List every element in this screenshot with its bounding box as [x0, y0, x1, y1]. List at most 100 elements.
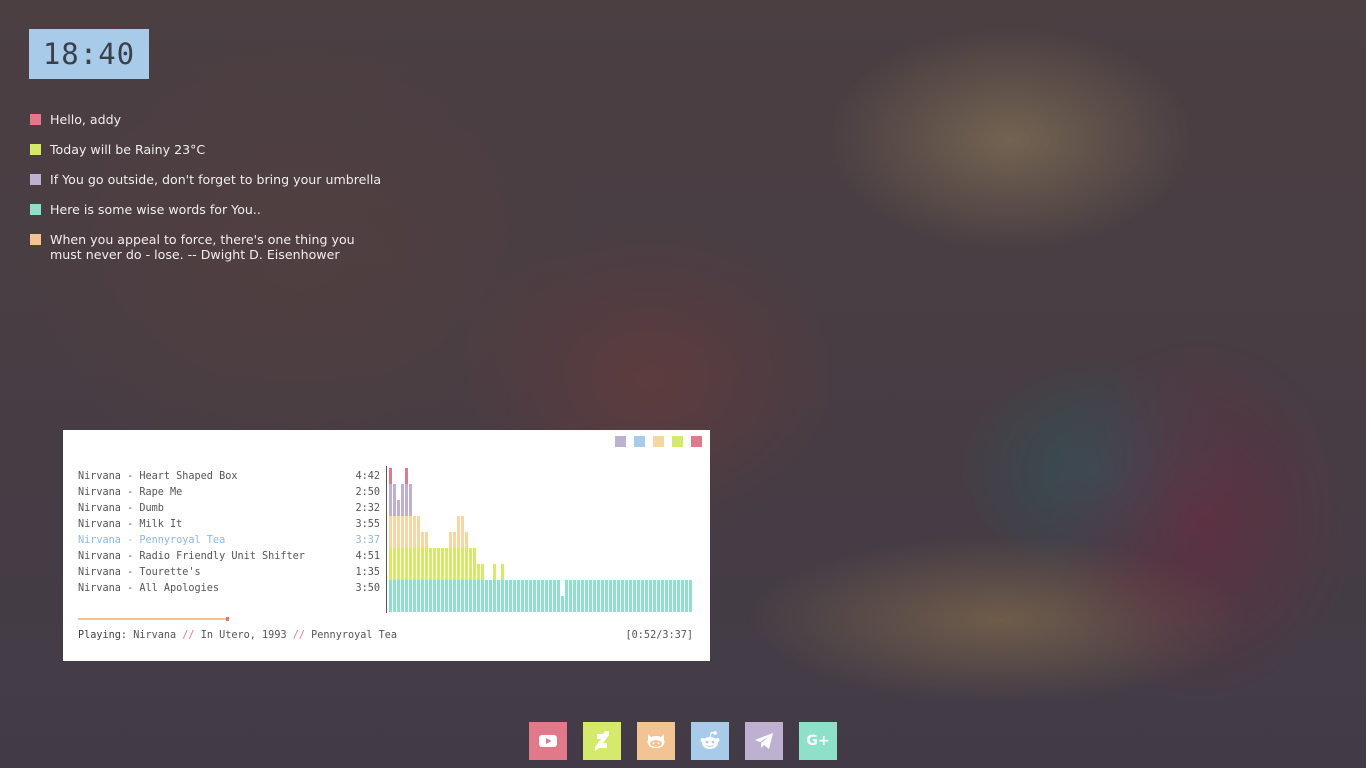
visualizer-bar-segment	[389, 580, 392, 596]
playlist-item-active[interactable]: Nirvana - Pennyroyal Tea 3:37	[78, 533, 380, 549]
dock-youtube-button[interactable]	[529, 722, 567, 760]
visualizer-bar-segment	[461, 564, 464, 580]
visualizer-bar-segment	[633, 596, 636, 612]
audio-visualizer	[389, 468, 692, 612]
message-text: Here is some wise words for You..	[50, 202, 261, 217]
visualizer-bar-segment	[525, 580, 528, 596]
track-title: Nirvana - Rape Me	[78, 487, 183, 498]
visualizer-bar-segment	[465, 548, 468, 564]
dock-google-plus-button[interactable]: G+	[799, 722, 837, 760]
visualizer-bar-segment	[605, 580, 608, 596]
track-title: Nirvana - Dumb	[78, 503, 164, 514]
visualizer-bar-segment	[489, 580, 492, 596]
visualizer-bar-segment	[401, 484, 404, 500]
visualizer-bar-segment	[449, 596, 452, 612]
visualizer-bar-segment	[465, 580, 468, 596]
progress-knob[interactable]	[226, 617, 229, 621]
visualizer-bar-segment	[437, 548, 440, 564]
message-bullet	[30, 114, 41, 125]
track-duration: 4:51	[355, 551, 380, 562]
visualizer-bar-segment	[461, 596, 464, 612]
visualizer-bar-segment	[389, 548, 392, 564]
visualizer-bar-segment	[401, 500, 404, 516]
visualizer-bar-segment	[457, 596, 460, 612]
visualizer-bar-segment	[565, 596, 568, 612]
playlist-item[interactable]: Nirvana - Tourette's 1:35	[78, 565, 380, 581]
playlist-item[interactable]: Nirvana - Milk It 3:55	[78, 517, 380, 533]
visualizer-bar-segment	[397, 564, 400, 580]
visualizer-bar-segment	[397, 532, 400, 548]
visualizer-bar-segment	[441, 548, 444, 564]
visualizer-bar-segment	[481, 596, 484, 612]
visualizer-bar-segment	[465, 596, 468, 612]
visualizer-bar-segment	[413, 516, 416, 532]
window-dot[interactable]	[615, 436, 626, 447]
visualizer-bar-segment	[429, 548, 432, 564]
visualizer-bar-segment	[429, 580, 432, 596]
visualizer-bar-segment	[485, 596, 488, 612]
visualizer-bar-segment	[393, 516, 396, 532]
visualizer-bar-segment	[689, 580, 692, 596]
dock-deviantart-button[interactable]	[583, 722, 621, 760]
visualizer-bar-segment	[401, 548, 404, 564]
visualizer-bar-segment	[425, 564, 428, 580]
message-text: Today will be Rainy 23°C	[50, 142, 206, 157]
github-icon	[647, 734, 665, 748]
window-dot[interactable]	[691, 436, 702, 447]
visualizer-bar-segment	[453, 564, 456, 580]
visualizer-bar-segment	[393, 500, 396, 516]
visualizer-bar-segment	[401, 564, 404, 580]
visualizer-bar-segment	[657, 596, 660, 612]
visualizer-bar-segment	[425, 596, 428, 612]
playlist-item[interactable]: Nirvana - Heart Shaped Box 4:42	[78, 469, 380, 485]
visualizer-bar-segment	[489, 596, 492, 612]
track-title: Nirvana - All Apologies	[78, 583, 220, 594]
visualizer-bar-segment	[397, 596, 400, 612]
visualizer-bar-segment	[529, 596, 532, 612]
visualizer-bar-segment	[501, 596, 504, 612]
visualizer-bar-segment	[625, 580, 628, 596]
dock-reddit-button[interactable]	[691, 722, 729, 760]
visualizer-bar-segment	[673, 580, 676, 596]
track-duration: 2:50	[355, 487, 380, 498]
visualizer-bar-segment	[685, 596, 688, 612]
visualizer-bar-segment	[421, 548, 424, 564]
dock-github-button[interactable]	[637, 722, 675, 760]
visualizer-bar-segment	[437, 580, 440, 596]
visualizer-bar-segment	[417, 580, 420, 596]
visualizer-bar-segment	[629, 580, 632, 596]
playlist-item[interactable]: Nirvana - Dumb 2:32	[78, 501, 380, 517]
visualizer-bar-segment	[469, 580, 472, 596]
window-dot[interactable]	[634, 436, 645, 447]
window-controls	[615, 436, 702, 447]
playlist-item[interactable]: Nirvana - All Apologies 3:50	[78, 581, 380, 597]
window-dot[interactable]	[672, 436, 683, 447]
visualizer-bar-segment	[621, 596, 624, 612]
playlist-item[interactable]: Nirvana - Radio Friendly Unit Shifter 4:…	[78, 549, 380, 565]
visualizer-bar-segment	[409, 500, 412, 516]
visualizer-bar-segment	[621, 580, 624, 596]
visualizer-bar-segment	[429, 596, 432, 612]
visualizer-bar-segment	[417, 596, 420, 612]
visualizer-bar-segment	[413, 548, 416, 564]
now-playing-album: In Utero, 1993	[200, 630, 287, 641]
visualizer-bar-segment	[613, 596, 616, 612]
dock-telegram-button[interactable]	[745, 722, 783, 760]
visualizer-bar-segment	[413, 596, 416, 612]
visualizer-bar-segment	[537, 596, 540, 612]
visualizer-bar-segment	[449, 548, 452, 564]
message-text: Hello, addy	[50, 112, 122, 127]
visualizer-bar-segment	[533, 596, 536, 612]
visualizer-bar-segment	[409, 564, 412, 580]
visualizer-bar-segment	[517, 580, 520, 596]
window-dot[interactable]	[653, 436, 664, 447]
playback-time: [0:52/3:37]	[625, 630, 693, 641]
progress-bar[interactable]	[78, 617, 229, 621]
track-duration: 3:55	[355, 519, 380, 530]
message-greeting: Hello, addy	[30, 112, 121, 127]
playlist-item[interactable]: Nirvana - Rape Me 2:50	[78, 485, 380, 501]
visualizer-bar-segment	[525, 596, 528, 612]
visualizer-bar-segment	[541, 580, 544, 596]
visualizer-bar-segment	[409, 484, 412, 500]
message-text: If You go outside, don't forget to bring…	[50, 172, 382, 187]
